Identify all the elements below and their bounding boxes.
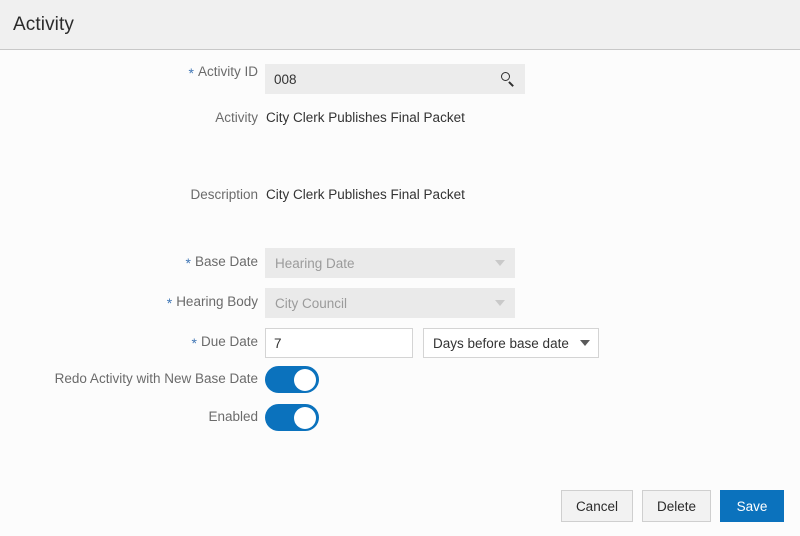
form-row-activity-id: * Activity ID 008: [0, 64, 800, 94]
chevron-down-icon: [495, 300, 505, 306]
toggle-knob: [293, 406, 316, 429]
description-label-cell: Description: [0, 187, 265, 202]
activity-label-cell: Activity: [0, 108, 265, 125]
chevron-down-icon: [580, 340, 590, 346]
enabled-field-cell: [265, 404, 319, 431]
form-row-description: Description City Clerk Publishes Final P…: [0, 187, 800, 202]
due-date-offset-select[interactable]: Days before base date: [423, 328, 599, 358]
dialog-footer: Cancel Delete Save: [552, 490, 784, 522]
redo-activity-label: Redo Activity with New Base Date: [54, 371, 258, 386]
activity-id-label-cell: * Activity ID: [0, 64, 265, 81]
base-date-label-cell: * Base Date: [0, 248, 265, 271]
hearing-body-label-cell: * Hearing Body: [0, 288, 265, 311]
hearing-body-field-cell: City Council: [265, 288, 515, 318]
cancel-button[interactable]: Cancel: [560, 490, 633, 522]
hearing-body-select: City Council: [265, 288, 515, 318]
form-row-redo-activity: Redo Activity with New Base Date: [0, 366, 800, 393]
required-asterisk: *: [185, 255, 191, 271]
page-title: Activity: [13, 13, 74, 35]
base-date-label: Base Date: [194, 254, 258, 269]
base-date-select: Hearing Date: [265, 248, 515, 278]
enabled-toggle[interactable]: [265, 404, 319, 431]
base-date-value: Hearing Date: [275, 255, 355, 271]
description-value: City Clerk Publishes Final Packet: [266, 187, 465, 202]
redo-activity-toggle[interactable]: [265, 366, 319, 393]
form-row-due-date: * Due Date 7 Days before base date: [0, 328, 800, 358]
description-label: Description: [190, 187, 258, 202]
activity-form: * Activity ID 008 Activity City Clerk Pu…: [0, 50, 800, 431]
due-date-input[interactable]: 7: [265, 328, 413, 358]
chevron-down-icon: [495, 260, 505, 266]
activity-id-field-cell: 008: [265, 64, 525, 94]
due-date-label: Due Date: [200, 334, 258, 349]
form-row-hearing-body: * Hearing Body City Council: [0, 288, 800, 318]
form-row-activity: Activity City Clerk Publishes Final Pack…: [0, 108, 800, 125]
due-date-offset-value: Days before base date: [433, 335, 569, 351]
search-icon[interactable]: [501, 72, 515, 87]
hearing-body-label: Hearing Body: [176, 294, 258, 309]
redo-activity-label-cell: Redo Activity with New Base Date: [0, 366, 265, 386]
activity-value: City Clerk Publishes Final Packet: [266, 110, 465, 125]
description-field-cell: City Clerk Publishes Final Packet: [265, 187, 465, 202]
activity-field-cell: City Clerk Publishes Final Packet: [265, 108, 465, 125]
required-asterisk: *: [191, 335, 197, 351]
activity-id-value: 008: [274, 71, 297, 87]
toggle-knob: [293, 368, 316, 391]
required-asterisk: *: [188, 65, 194, 81]
due-date-label-cell: * Due Date: [0, 328, 265, 351]
activity-label: Activity: [215, 110, 258, 125]
form-row-base-date: * Base Date Hearing Date: [0, 248, 800, 278]
activity-id-label: Activity ID: [197, 64, 258, 79]
save-button[interactable]: Save: [720, 490, 784, 522]
dialog-header: Activity: [0, 0, 800, 50]
delete-button[interactable]: Delete: [641, 490, 711, 522]
enabled-label-cell: Enabled: [0, 404, 265, 424]
hearing-body-value: City Council: [275, 295, 348, 311]
due-date-field-cell: 7 Days before base date: [265, 328, 599, 358]
form-row-enabled: Enabled: [0, 404, 800, 431]
enabled-label: Enabled: [208, 409, 258, 424]
activity-id-input[interactable]: 008: [265, 64, 525, 94]
due-date-value: 7: [274, 335, 282, 351]
base-date-field-cell: Hearing Date: [265, 248, 515, 278]
redo-activity-field-cell: [265, 366, 319, 393]
required-asterisk: *: [166, 295, 173, 311]
